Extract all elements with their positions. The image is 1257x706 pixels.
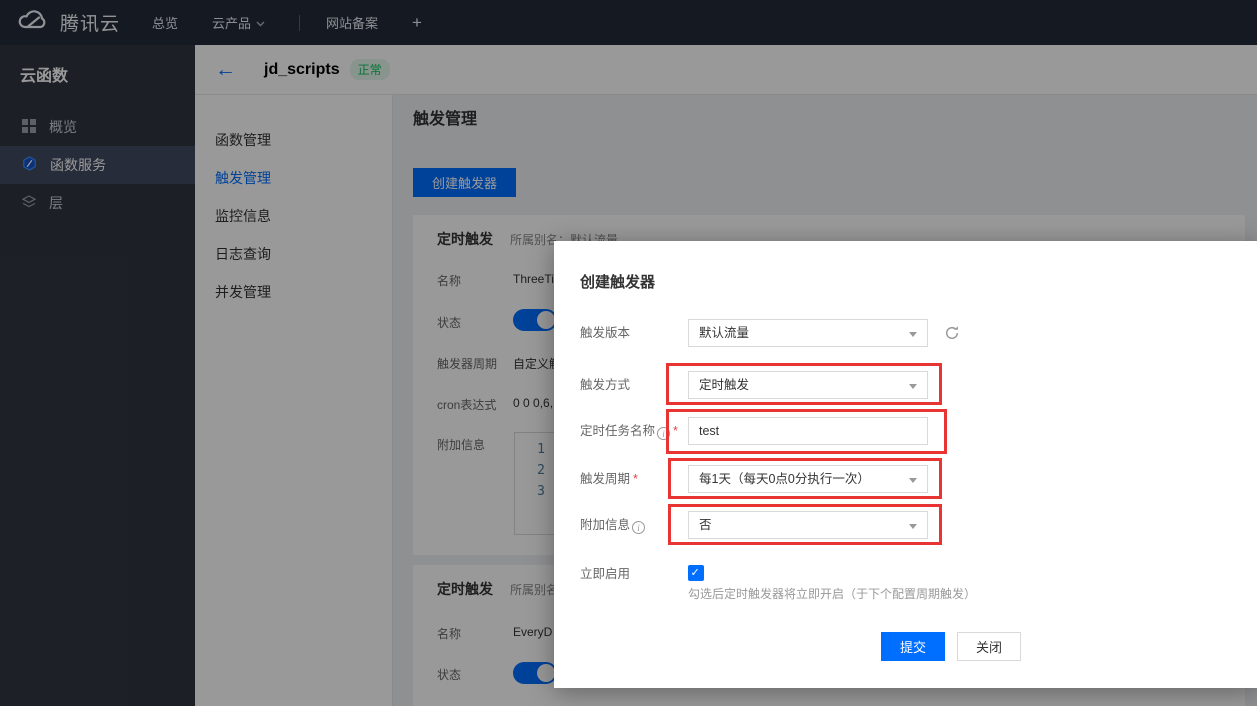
submit-button[interactable]: 提交 <box>881 632 945 661</box>
required-asterisk: * <box>633 472 638 486</box>
trigger-method-select[interactable]: 定时触发 <box>688 371 928 399</box>
caret-down-icon <box>909 478 917 483</box>
extra-info-select[interactable]: 否 <box>688 511 928 539</box>
trigger-period-select[interactable]: 每1天（每天0点0分执行一次） <box>688 465 928 493</box>
task-name-input[interactable] <box>688 417 928 445</box>
required-asterisk: * <box>673 424 678 438</box>
refresh-icon[interactable] <box>944 325 960 341</box>
enable-now-label: 立即启用 <box>580 560 630 588</box>
create-trigger-dialog: 创建触发器 触发版本 默认流量 触发方式 定时触发 定时任务名称i* <box>554 241 1257 688</box>
extra-info-label: 附加信息i <box>580 511 645 539</box>
trigger-version-select[interactable]: 默认流量 <box>688 319 928 347</box>
info-icon[interactable]: i <box>657 427 670 440</box>
trigger-period-label: 触发周期* <box>580 465 638 493</box>
caret-down-icon <box>909 524 917 529</box>
task-name-label: 定时任务名称i* <box>580 417 678 445</box>
close-button[interactable]: 关闭 <box>957 632 1021 661</box>
app-screen: 腾讯云 总览 云产品 网站备案 + 云函数 概览 <box>0 0 1257 706</box>
trigger-method-label: 触发方式 <box>580 371 630 399</box>
info-icon[interactable]: i <box>632 521 645 534</box>
enable-helper-text: 勾选后定时触发器将立即开启（于下个配置周期触发） <box>688 585 976 602</box>
caret-down-icon <box>909 384 917 389</box>
caret-down-icon <box>909 332 917 337</box>
trigger-version-label: 触发版本 <box>580 319 630 347</box>
dialog-title: 创建触发器 <box>580 271 655 292</box>
enable-now-checkbox[interactable] <box>688 565 704 581</box>
